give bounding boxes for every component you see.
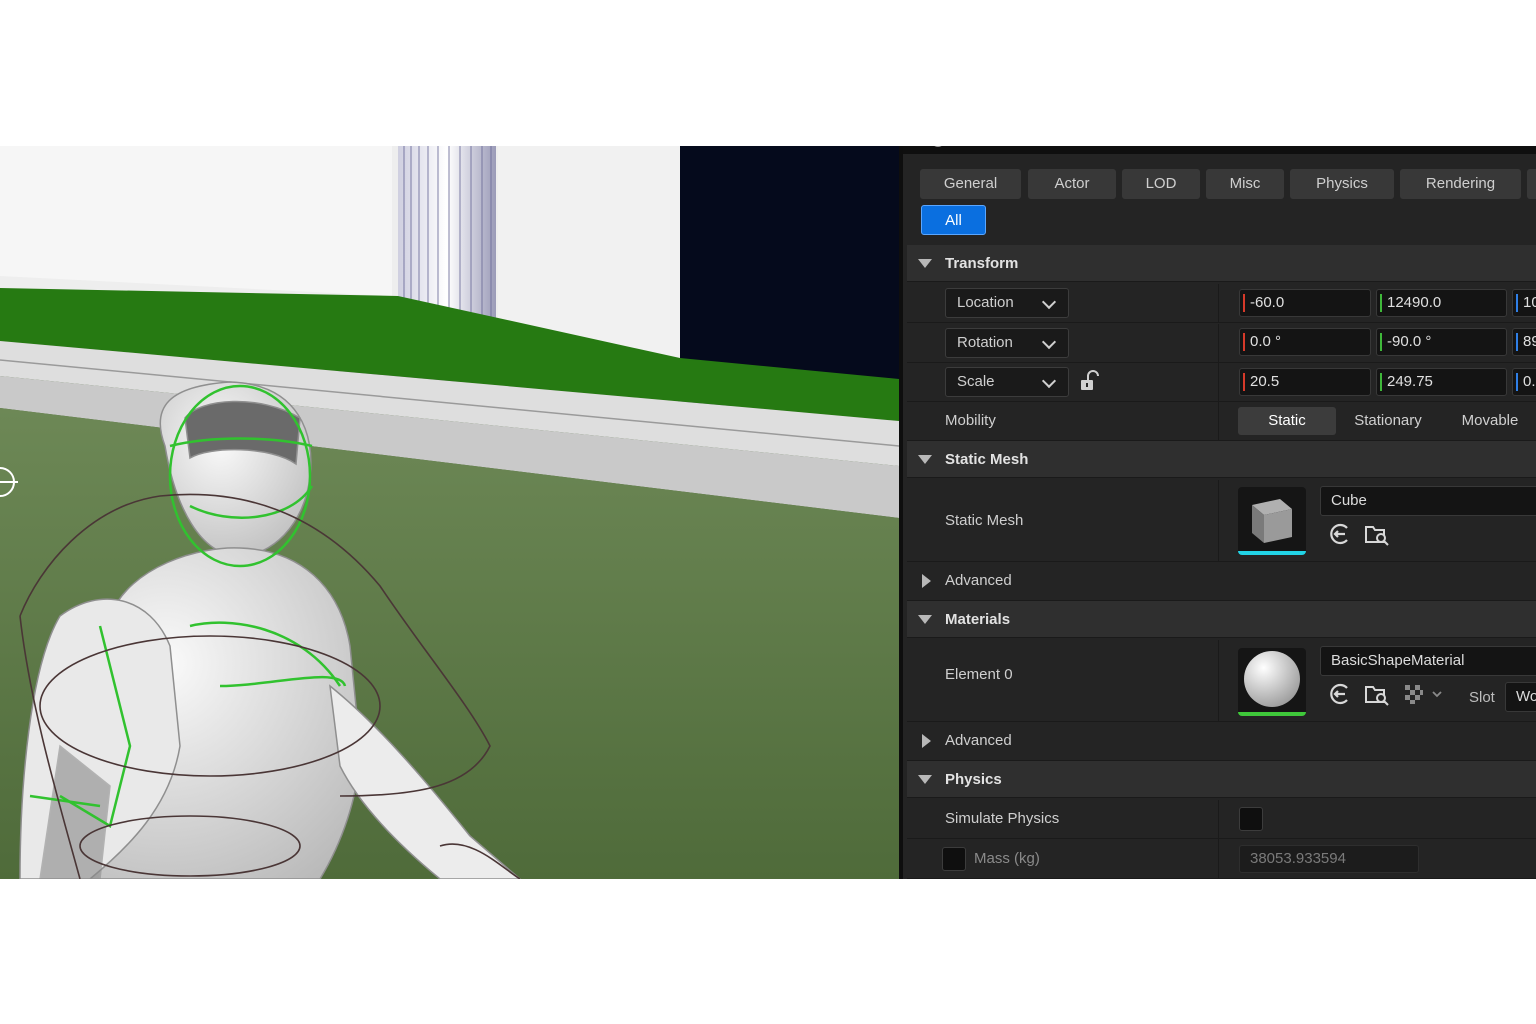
- tab-lod[interactable]: LOD: [1122, 169, 1200, 199]
- editor-screenshot: General Actor LOD Misc Physics Rendering…: [0, 146, 1536, 879]
- mass-label: Mass (kg): [974, 850, 1040, 867]
- viewport-scene: [0, 146, 899, 879]
- column-splitter[interactable]: [1218, 402, 1219, 440]
- row-advanced-materials[interactable]: Advanced: [907, 722, 1536, 761]
- tab-general[interactable]: General: [920, 169, 1021, 199]
- simulate-physics-checkbox[interactable]: [1239, 807, 1263, 831]
- expand-arrow-icon: [922, 574, 931, 588]
- tab-overflow[interactable]: [1527, 169, 1536, 199]
- row-mass: Mass (kg) 38053.933594: [907, 839, 1536, 879]
- rotation-z-field[interactable]: 89: [1512, 328, 1536, 356]
- row-mobility: Mobility Static Stationary Movable: [907, 402, 1536, 441]
- slot-name-field[interactable]: Wo: [1505, 682, 1536, 712]
- scale-x-field[interactable]: 20.5: [1239, 368, 1371, 396]
- material-thumbnail[interactable]: [1238, 648, 1306, 716]
- row-advanced-mesh[interactable]: Advanced: [907, 562, 1536, 601]
- category-title: Physics: [945, 771, 1002, 788]
- checker-dropdown-icon[interactable]: [1404, 684, 1444, 706]
- chevron-down-icon: [1041, 373, 1057, 389]
- expand-arrow-icon: [918, 259, 932, 268]
- tab-rendering[interactable]: Rendering: [1400, 169, 1521, 199]
- row-rotation: Rotation 0.0 ° -90.0 ° 89: [907, 324, 1536, 363]
- tab-actor[interactable]: Actor: [1028, 169, 1116, 199]
- location-x-field[interactable]: -60.0: [1239, 289, 1371, 317]
- column-splitter[interactable]: [1218, 839, 1219, 878]
- static-mesh-asset-picker[interactable]: Cube: [1320, 486, 1536, 516]
- category-static-mesh[interactable]: Static Mesh: [907, 441, 1536, 478]
- browse-folder-icon[interactable]: [1364, 522, 1390, 546]
- expand-arrow-icon: [918, 615, 932, 624]
- rotation-label: Rotation: [957, 334, 1013, 351]
- row-static-mesh: Static Mesh Cube: [907, 480, 1536, 562]
- details-panel: General Actor LOD Misc Physics Rendering…: [899, 146, 1536, 879]
- category-title: Transform: [945, 255, 1019, 272]
- scale-y-field[interactable]: 249.75: [1376, 368, 1507, 396]
- cube-icon: [1238, 499, 1306, 555]
- use-selected-icon[interactable]: [1327, 522, 1351, 546]
- category-transform[interactable]: Transform: [907, 245, 1536, 282]
- expand-arrow-icon: [922, 734, 931, 748]
- mass-override-checkbox[interactable]: [942, 847, 966, 871]
- mobility-movable-button[interactable]: Movable: [1441, 407, 1536, 435]
- row-location: Location -60.0 12490.0 10: [907, 284, 1536, 323]
- mobility-stationary-button[interactable]: Stationary: [1338, 407, 1438, 435]
- column-splitter[interactable]: [1218, 640, 1219, 721]
- browse-folder-icon[interactable]: [1364, 682, 1390, 706]
- lock-open-icon[interactable]: [1079, 370, 1101, 394]
- tab-all[interactable]: All: [921, 205, 986, 235]
- sphere-icon: [1238, 651, 1306, 716]
- row-simulate-physics: Simulate Physics: [907, 800, 1536, 839]
- advanced-label: Advanced: [945, 732, 1012, 749]
- simulate-physics-label: Simulate Physics: [945, 810, 1060, 827]
- chevron-down-icon: [1041, 334, 1057, 350]
- static-mesh-thumbnail[interactable]: [1238, 487, 1306, 555]
- static-mesh-label: Static Mesh: [945, 512, 1024, 529]
- use-selected-icon[interactable]: [1327, 682, 1351, 706]
- search-icon: [934, 146, 942, 147]
- scale-label: Scale: [957, 373, 995, 390]
- mobility-label: Mobility: [945, 412, 996, 429]
- tab-physics[interactable]: Physics: [1290, 169, 1394, 199]
- element-label: Element 0: [945, 666, 1013, 683]
- rotation-y-field[interactable]: -90.0 °: [1376, 328, 1507, 356]
- column-splitter[interactable]: [1218, 480, 1219, 561]
- advanced-label: Advanced: [945, 572, 1012, 589]
- row-element-0: Element 0 BasicShapeMaterial Slot W: [907, 640, 1536, 722]
- expand-arrow-icon: [918, 775, 932, 784]
- slot-label: Slot: [1469, 689, 1495, 706]
- column-splitter[interactable]: [1218, 800, 1219, 838]
- row-scale: Scale 20.5 249.75 0.2: [907, 363, 1536, 402]
- mobility-static-button[interactable]: Static: [1238, 407, 1336, 435]
- rotation-combo[interactable]: Rotation: [945, 328, 1069, 358]
- column-splitter[interactable]: [1218, 363, 1219, 401]
- location-combo[interactable]: Location: [945, 288, 1069, 318]
- chevron-down-icon: [1041, 294, 1057, 310]
- column-splitter[interactable]: [1218, 284, 1219, 322]
- category-title: Materials: [945, 611, 1011, 628]
- location-label: Location: [957, 294, 1014, 311]
- tab-misc[interactable]: Misc: [1206, 169, 1284, 199]
- expand-arrow-icon: [918, 455, 932, 464]
- category-materials[interactable]: Materials: [907, 601, 1536, 638]
- scale-z-field[interactable]: 0.2: [1512, 368, 1536, 396]
- material-asset-picker[interactable]: BasicShapeMaterial: [1320, 646, 1536, 676]
- scale-combo[interactable]: Scale: [945, 367, 1069, 397]
- mass-field[interactable]: 38053.933594: [1239, 845, 1419, 873]
- rotation-x-field[interactable]: 0.0 °: [1239, 328, 1371, 356]
- column-splitter[interactable]: [1218, 324, 1219, 362]
- category-title: Static Mesh: [945, 451, 1029, 468]
- category-physics[interactable]: Physics: [907, 761, 1536, 798]
- location-y-field[interactable]: 12490.0: [1376, 289, 1507, 317]
- level-viewport[interactable]: [0, 146, 899, 879]
- location-z-field[interactable]: 10: [1512, 289, 1536, 317]
- search-bar-edge[interactable]: [903, 146, 1536, 154]
